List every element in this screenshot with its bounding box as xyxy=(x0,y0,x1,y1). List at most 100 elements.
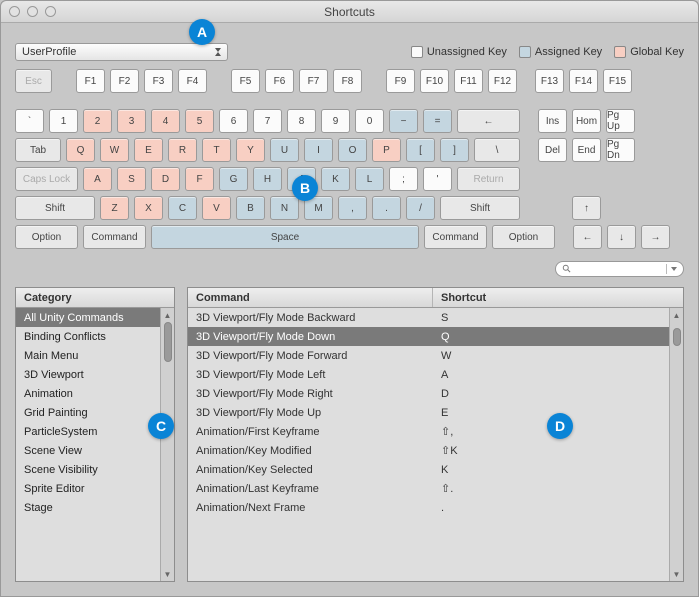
category-item[interactable]: Binding Conflicts xyxy=(16,327,174,346)
key-y[interactable]: Y xyxy=(236,138,265,162)
key-return[interactable]: Return xyxy=(457,167,520,191)
scroll-up-icon[interactable]: ▲ xyxy=(161,308,175,322)
key-esc[interactable]: Esc xyxy=(15,69,52,93)
key-k[interactable]: K xyxy=(321,167,350,191)
key-down[interactable]: ↓ xyxy=(607,225,636,249)
key-6[interactable]: 6 xyxy=(219,109,248,133)
key-9[interactable]: 9 xyxy=(321,109,350,133)
key-lcommand[interactable]: Command xyxy=(83,225,146,249)
category-item[interactable]: Scene Visibility xyxy=(16,460,174,479)
key-backspace[interactable]: ← xyxy=(457,109,520,133)
key-f9[interactable]: F9 xyxy=(386,69,415,93)
command-row[interactable]: Animation/Key Modified⇧K xyxy=(188,441,683,460)
key-f10[interactable]: F10 xyxy=(420,69,449,93)
scroll-down-icon[interactable]: ▼ xyxy=(161,567,175,581)
scroll-down-icon[interactable]: ▼ xyxy=(670,567,684,581)
command-list[interactable]: 3D Viewport/Fly Mode BackwardS3D Viewpor… xyxy=(188,308,683,581)
key-right[interactable]: → xyxy=(641,225,670,249)
key-up[interactable]: ↑ xyxy=(572,196,601,220)
key-left[interactable]: ← xyxy=(573,225,602,249)
command-row[interactable]: Animation/Next Frame. xyxy=(188,498,683,517)
key-s[interactable]: S xyxy=(117,167,146,191)
key-f5[interactable]: F5 xyxy=(231,69,260,93)
category-item[interactable]: Sprite Editor xyxy=(16,479,174,498)
key-0[interactable]: 0 xyxy=(355,109,384,133)
command-header-label[interactable]: Command xyxy=(188,288,433,307)
key-minus[interactable]: − xyxy=(389,109,418,133)
key-tab[interactable]: Tab xyxy=(15,138,61,162)
key-z[interactable]: Z xyxy=(100,196,129,220)
command-row[interactable]: 3D Viewport/Fly Mode RightD xyxy=(188,384,683,403)
scroll-thumb[interactable] xyxy=(164,322,172,362)
key-space[interactable]: Space xyxy=(151,225,419,249)
key-quote[interactable]: ' xyxy=(423,167,452,191)
key-h[interactable]: H xyxy=(253,167,282,191)
category-item[interactable]: Animation xyxy=(16,384,174,403)
key-f6[interactable]: F6 xyxy=(265,69,294,93)
scroll-up-icon[interactable]: ▲ xyxy=(670,308,684,322)
key-f3[interactable]: F3 xyxy=(144,69,173,93)
command-row[interactable]: Animation/Key SelectedK xyxy=(188,460,683,479)
key-c[interactable]: C xyxy=(168,196,197,220)
command-row[interactable]: 3D Viewport/Fly Mode ForwardW xyxy=(188,346,683,365)
key-pgdn[interactable]: Pg Dn xyxy=(606,138,635,162)
key-e[interactable]: E xyxy=(134,138,163,162)
key-u[interactable]: U xyxy=(270,138,299,162)
key-f[interactable]: F xyxy=(185,167,214,191)
category-item[interactable]: Scene View xyxy=(16,441,174,460)
key-b[interactable]: B xyxy=(236,196,265,220)
key-l[interactable]: L xyxy=(355,167,384,191)
key-w[interactable]: W xyxy=(100,138,129,162)
shortcut-header-label[interactable]: Shortcut xyxy=(433,288,683,307)
key-loption[interactable]: Option xyxy=(15,225,78,249)
key-pgup[interactable]: Pg Up xyxy=(606,109,635,133)
key-3[interactable]: 3 xyxy=(117,109,146,133)
command-scrollbar[interactable]: ▲ ▼ xyxy=(669,308,683,581)
key-backslash[interactable]: \ xyxy=(474,138,520,162)
key-f7[interactable]: F7 xyxy=(299,69,328,93)
category-list[interactable]: All Unity CommandsBinding ConflictsMain … xyxy=(16,308,174,581)
key-rshift[interactable]: Shift xyxy=(440,196,520,220)
category-item[interactable]: Stage xyxy=(16,498,174,517)
category-header-label[interactable]: Category xyxy=(16,288,174,307)
key-n[interactable]: N xyxy=(270,196,299,220)
key-q[interactable]: Q xyxy=(66,138,95,162)
key-roption[interactable]: Option xyxy=(492,225,555,249)
key-f15[interactable]: F15 xyxy=(603,69,632,93)
key-8[interactable]: 8 xyxy=(287,109,316,133)
key-lbracket[interactable]: [ xyxy=(406,138,435,162)
profile-dropdown[interactable]: UserProfile xyxy=(15,43,228,61)
key-p[interactable]: P xyxy=(372,138,401,162)
key-ins[interactable]: Ins xyxy=(538,109,567,133)
key-semicolon[interactable]: ; xyxy=(389,167,418,191)
key-f11[interactable]: F11 xyxy=(454,69,483,93)
command-row[interactable]: 3D Viewport/Fly Mode UpE xyxy=(188,403,683,422)
command-row[interactable]: 3D Viewport/Fly Mode DownQ xyxy=(188,327,683,346)
category-scrollbar[interactable]: ▲ ▼ xyxy=(160,308,174,581)
key-home[interactable]: Hom xyxy=(572,109,601,133)
key-backtick[interactable]: ` xyxy=(15,109,44,133)
key-del[interactable]: Del xyxy=(538,138,567,162)
key-4[interactable]: 4 xyxy=(151,109,180,133)
key-f12[interactable]: F12 xyxy=(488,69,517,93)
key-x[interactable]: X xyxy=(134,196,163,220)
key-1[interactable]: 1 xyxy=(49,109,78,133)
key-comma[interactable]: , xyxy=(338,196,367,220)
key-end[interactable]: End xyxy=(572,138,601,162)
search-dropdown-icon[interactable] xyxy=(671,267,677,271)
key-equals[interactable]: = xyxy=(423,109,452,133)
key-f13[interactable]: F13 xyxy=(535,69,564,93)
scroll-thumb[interactable] xyxy=(673,328,681,346)
key-rcommand[interactable]: Command xyxy=(424,225,487,249)
key-2[interactable]: 2 xyxy=(83,109,112,133)
key-o[interactable]: O xyxy=(338,138,367,162)
command-row[interactable]: 3D Viewport/Fly Mode LeftA xyxy=(188,365,683,384)
key-capslock[interactable]: Caps Lock xyxy=(15,167,78,191)
category-item[interactable]: Main Menu xyxy=(16,346,174,365)
key-f2[interactable]: F2 xyxy=(110,69,139,93)
category-item[interactable]: 3D Viewport xyxy=(16,365,174,384)
search-field[interactable] xyxy=(555,261,684,277)
key-t[interactable]: T xyxy=(202,138,231,162)
key-rbracket[interactable]: ] xyxy=(440,138,469,162)
key-v[interactable]: V xyxy=(202,196,231,220)
